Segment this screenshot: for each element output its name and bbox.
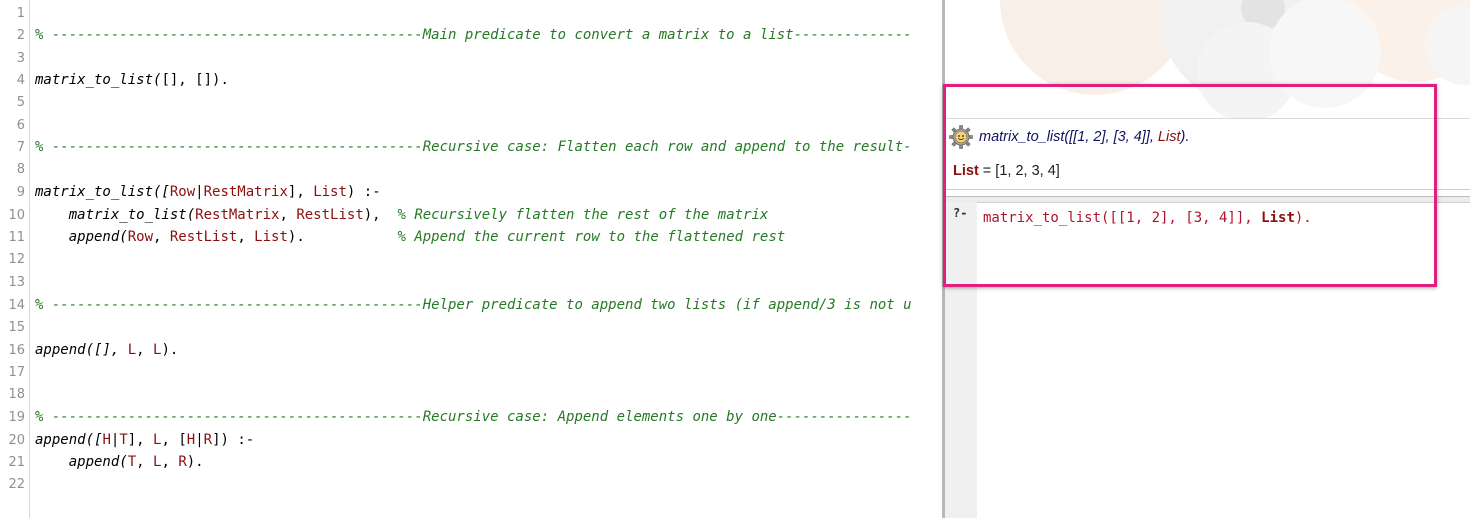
line-number: 12 (8, 252, 25, 267)
variable-token: T (127, 454, 137, 470)
line-number: 5 (16, 95, 25, 110)
variable-token: H (102, 432, 111, 448)
code-line-7[interactable]: % --------------------------------------… (35, 139, 912, 155)
code-line-9[interactable]: matrix_to_list([Row|RestMatrix], List) :… (35, 184, 381, 200)
history-query-variable: List (1157, 129, 1181, 145)
gear-icon (949, 125, 973, 149)
query-input[interactable]: matrix_to_list([[1, 2], [3, 4]], List). (983, 210, 1312, 226)
code-token: ), (363, 207, 398, 223)
code-line-19[interactable]: % --------------------------------------… (35, 409, 912, 425)
query-pane: matrix_to_list([[1, 2], [3, 4]], List). … (945, 0, 1470, 518)
line-number: 17 (8, 365, 25, 380)
code-token: matrix_to_list([ (35, 184, 170, 200)
code-token: ], (127, 432, 154, 448)
line-number: 14 (8, 298, 25, 313)
code-token: , (153, 229, 170, 245)
code-line-11[interactable]: append(Row, RestList, List). % Append th… (35, 229, 786, 245)
code-token: ) :- (346, 184, 381, 200)
query-separator[interactable] (945, 196, 1470, 203)
code-token: ). (287, 229, 398, 245)
query-input-suffix: ). (1294, 210, 1312, 226)
variable-token: T (119, 432, 128, 448)
code-line-14[interactable]: % --------------------------------------… (35, 297, 912, 313)
variable-token: H (186, 432, 196, 448)
code-token: append( (35, 454, 128, 470)
code-token: , (136, 342, 154, 358)
answer-card: matrix_to_list([[1, 2], [3, 4]], List). … (945, 118, 1470, 190)
line-number: 2 (16, 28, 25, 43)
line-number: 1 (16, 6, 25, 21)
predicate-name: matrix_to_list( (35, 72, 162, 88)
code-token: append( (35, 229, 128, 245)
code-token: | (195, 184, 204, 200)
answer-variable: List (953, 163, 979, 179)
variable-token: RestMatrix (195, 207, 280, 223)
answer-value: = [1, 2, 3, 4] (978, 163, 1060, 179)
history-query-suffix: ). (1180, 129, 1190, 145)
line-number: 11 (8, 230, 25, 245)
line-number: 13 (8, 275, 25, 290)
code-token: ). (186, 454, 204, 470)
answer-binding: List = [1, 2, 3, 4] (953, 163, 1060, 179)
line-number: 22 (8, 477, 25, 492)
code-line-4[interactable]: matrix_to_list([], []). (35, 72, 229, 88)
prompt-gutter: ?- (945, 202, 977, 518)
variable-token: RestList (169, 229, 238, 245)
line-number: 20 (8, 433, 25, 448)
background-logo-image (945, 0, 1470, 118)
variable-token: List (313, 184, 347, 200)
code-token: | (195, 432, 204, 448)
code-token: ]) :- (212, 432, 255, 448)
code-line-20[interactable]: append([H|T], L, [H|R]) :- (35, 432, 254, 448)
line-number: 4 (16, 73, 25, 88)
code-token: ). (161, 342, 179, 358)
variable-token: Row (127, 229, 154, 245)
line-number: 6 (16, 118, 25, 133)
line-number: 9 (16, 185, 25, 200)
variable-token: List (254, 229, 288, 245)
query-input-variable: List (1261, 210, 1295, 226)
variable-token: RestMatrix (203, 184, 288, 200)
query-input-text: matrix_to_list([[1, 2], [3, 4]], (983, 210, 1262, 226)
code-token: ], (287, 184, 314, 200)
code-token: , (279, 207, 297, 223)
line-number-gutter: 1 2 3 4 5 6 7 8 9 10 11 12 13 14 15 16 17 18 19 20 21 22 (0, 0, 30, 518)
inline-comment: % Recursively flatten the rest of the ma… (397, 207, 769, 223)
line-number: 21 (8, 455, 25, 470)
code-token: , [ (161, 432, 187, 448)
line-number: 7 (16, 140, 25, 155)
code-line-2[interactable]: % --------------------------------------… (35, 27, 912, 43)
code-token: append([], (35, 342, 128, 358)
variable-token: RestList (296, 207, 364, 223)
code-token: , (237, 229, 255, 245)
variable-token: Row (169, 184, 196, 200)
code-token: append([ (35, 432, 103, 448)
code-args: [], []). (161, 72, 229, 88)
history-query[interactable]: matrix_to_list([[1, 2], [3, 4]], List). (949, 123, 1189, 151)
inline-comment: % Append the current row to the flattene… (397, 229, 786, 245)
line-number: 3 (16, 51, 25, 66)
variable-token: L (127, 342, 137, 358)
line-number: 15 (8, 320, 25, 335)
variable-token: R (178, 454, 187, 470)
source-editor[interactable]: 1 2 3 4 5 6 7 8 9 10 11 12 13 14 15 16 17 18 19 20 21 22 % --… (0, 0, 942, 518)
line-number: 19 (8, 410, 25, 425)
line-number: 8 (16, 162, 25, 177)
history-query-text: matrix_to_list([[1, 2], [3, 4]], (979, 129, 1158, 145)
code-line-16[interactable]: append([], L, L). (35, 342, 178, 358)
line-number: 16 (8, 343, 25, 358)
code-line-21[interactable]: append(T, L, R). (35, 454, 204, 470)
line-number: 18 (8, 387, 25, 402)
code-line-10[interactable]: matrix_to_list(RestMatrix, RestList), % … (35, 207, 769, 223)
code-token: , (136, 454, 154, 470)
line-number: 10 (8, 208, 25, 223)
variable-token: R (203, 432, 213, 448)
query-prompt: ?- (953, 206, 968, 220)
code-token: matrix_to_list( (35, 207, 196, 223)
code-token: , (161, 454, 179, 470)
